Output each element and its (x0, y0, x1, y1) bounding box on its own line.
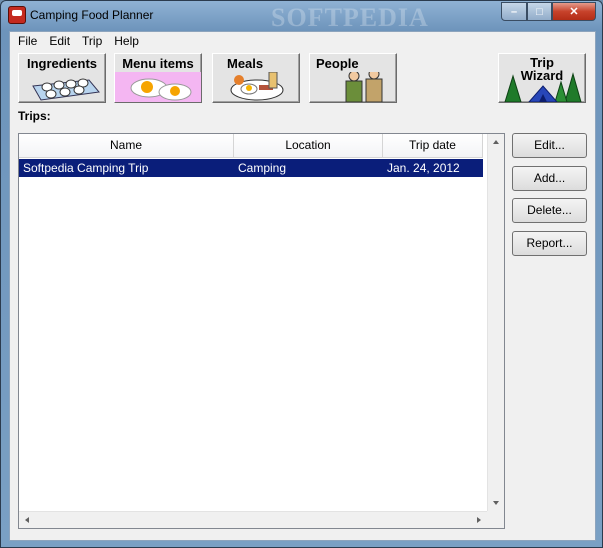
people-button[interactable]: People (309, 53, 397, 103)
window-title: Camping Food Planner (30, 8, 154, 22)
cell-location: Camping (238, 161, 287, 175)
people-label: People (316, 56, 359, 71)
vertical-scrollbar[interactable] (487, 134, 504, 511)
menu-bar: File Edit Trip Help (10, 32, 595, 51)
cell-name: Softpedia Camping Trip (23, 161, 149, 175)
menu-help[interactable]: Help (108, 32, 145, 51)
scroll-right-icon[interactable] (477, 517, 481, 523)
menu-file[interactable]: File (12, 32, 43, 51)
menu-items-button[interactable]: Menu items (114, 53, 202, 103)
column-header-location[interactable]: Location (234, 134, 383, 158)
maximize-button[interactable]: □ (527, 2, 552, 21)
scrollbar-corner (487, 511, 504, 528)
trips-label: Trips: (18, 109, 51, 123)
column-header-trip-date[interactable]: Trip date (383, 134, 483, 158)
fried-eggs-icon (115, 72, 201, 102)
scroll-up-icon[interactable] (493, 140, 499, 144)
menu-edit[interactable]: Edit (43, 32, 76, 51)
eggs-carton-icon (32, 78, 100, 101)
minimize-button[interactable]: – (501, 2, 527, 21)
delete-button[interactable]: Delete... (512, 198, 587, 223)
campers-icon (345, 72, 383, 102)
title-bar[interactable]: Camping Food Planner SOFTPEDIA – □ ✕ (1, 1, 602, 32)
meals-button[interactable]: Meals (212, 53, 300, 103)
trip-wizard-button[interactable]: Trip Wizard (498, 53, 586, 103)
edit-button[interactable]: Edit... (512, 133, 587, 158)
camp-stove-icon (8, 6, 26, 24)
cell-trip-date: Jan. 24, 2012 (387, 161, 460, 175)
meals-label: Meals (227, 56, 264, 71)
ingredients-label: Ingredients (26, 56, 98, 71)
app-window: Camping Food Planner SOFTPEDIA – □ ✕ Fil… (0, 0, 603, 548)
scroll-left-icon[interactable] (25, 517, 29, 523)
client-area: File Edit Trip Help Ingredients Menu ite… (9, 31, 596, 541)
tent-trees-icon (504, 72, 582, 102)
horizontal-scrollbar[interactable] (19, 511, 487, 528)
report-button[interactable]: Report... (512, 231, 587, 256)
trips-list[interactable]: Name Location Trip date Softpedia Campin… (18, 133, 505, 529)
column-header-name[interactable]: Name (19, 134, 234, 158)
ingredients-button[interactable]: Ingredients (18, 53, 106, 103)
close-button[interactable]: ✕ (552, 2, 596, 21)
toolbar: Ingredients Menu items Meals People Trip… (18, 51, 588, 104)
meal-plate-icon (230, 72, 284, 101)
menu-trip[interactable]: Trip (76, 32, 108, 51)
watermark: SOFTPEDIA (271, 3, 429, 32)
add-button[interactable]: Add... (512, 166, 587, 191)
list-header: Name Location Trip date (19, 134, 487, 158)
window-controls: – □ ✕ (501, 2, 596, 21)
menu-items-label: Menu items (122, 56, 194, 71)
scroll-down-icon[interactable] (493, 501, 499, 505)
table-row[interactable]: Softpedia Camping Trip Camping Jan. 24, … (19, 159, 483, 177)
